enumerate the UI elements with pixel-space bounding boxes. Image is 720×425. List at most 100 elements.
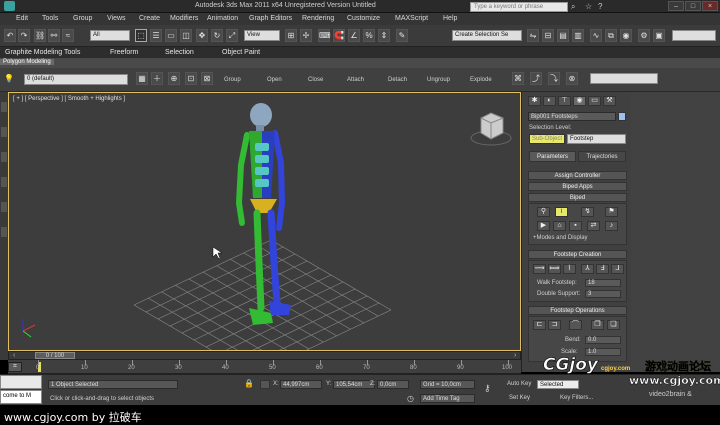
figure-mode-icon[interactable]: ⚲: [537, 207, 550, 217]
mixer-mode-icon[interactable]: ⚑: [605, 207, 618, 217]
star-icon[interactable]: ☆: [585, 2, 592, 11]
selection-level-dropdown[interactable]: Footstep: [567, 134, 626, 144]
render-setup-icon[interactable]: ⚙: [638, 29, 650, 42]
strip-button-icon[interactable]: [1, 202, 7, 212]
menu-views[interactable]: Views: [107, 15, 126, 22]
absolute-mode-icon[interactable]: [260, 380, 270, 389]
curve-editor-icon[interactable]: ∿: [590, 29, 602, 42]
edit-named-selection-icon[interactable]: ✎: [396, 29, 408, 42]
tab-parameters[interactable]: Parameters: [529, 151, 576, 162]
polygon-modeling-panel[interactable]: Polygon Modeling: [0, 59, 54, 65]
jump-icon[interactable]: ⅃: [611, 264, 624, 274]
move-icon[interactable]: ✥: [196, 29, 208, 42]
menu-help[interactable]: Help: [443, 15, 457, 22]
lock-selection-icon[interactable]: 🔒: [244, 379, 254, 388]
menu-customize[interactable]: Customize: [347, 15, 380, 22]
unlink-icon[interactable]: ⚯: [48, 29, 60, 42]
app-logo-icon[interactable]: [4, 1, 15, 11]
select-by-name-icon[interactable]: ☰: [150, 29, 162, 42]
layer-dropdown[interactable]: 0 (default): [24, 74, 128, 85]
tab-selection[interactable]: Selection: [165, 49, 194, 56]
tab-freeform[interactable]: Freeform: [110, 49, 138, 56]
key-icon[interactable]: ⚷: [484, 383, 491, 394]
reference-coordinate-dropdown[interactable]: View: [244, 30, 280, 41]
rollout-biped-apps[interactable]: Biped Apps: [528, 182, 627, 191]
modes-and-display-toggle[interactable]: +Modes and Display: [533, 235, 588, 241]
time-slider-thumb[interactable]: 0 / 100: [35, 352, 75, 359]
strip-button-icon[interactable]: [1, 152, 7, 162]
create-footsteps-current-icon[interactable]: ⟾: [548, 264, 561, 274]
track-bar[interactable]: ⌗ 0 10 20 30 40 50 60 70 80 90 100: [8, 360, 521, 374]
layer-manager-icon[interactable]: ▦: [136, 72, 148, 85]
minimize-button[interactable]: –: [668, 1, 684, 11]
menu-graph-editors[interactable]: Graph Editors: [249, 15, 292, 22]
window-crossing-icon[interactable]: ◫: [180, 29, 192, 42]
double-support-spinner[interactable]: 3: [585, 290, 621, 298]
rect-select-region-icon[interactable]: ▭: [165, 29, 177, 42]
inherit-icon[interactable]: ⤴: [530, 72, 542, 85]
select-manipulate-icon[interactable]: ✢: [300, 29, 312, 42]
mini-curve-editor-icon[interactable]: ⌗: [8, 362, 22, 372]
snaps-toggle-icon[interactable]: 🧲: [333, 29, 345, 42]
strip-button-icon[interactable]: [1, 127, 7, 137]
add-to-layer-icon[interactable]: ⊕: [168, 72, 180, 85]
set-current-layer-icon[interactable]: ⊠: [201, 72, 213, 85]
bend-horizontal-icon[interactable]: ⌒: [569, 320, 582, 330]
keyboard-shortcut-icon[interactable]: ⌨: [318, 29, 331, 42]
rendered-frame-icon[interactable]: ▣: [653, 29, 665, 42]
deactivate-footsteps-icon[interactable]: ⊐: [548, 320, 561, 330]
render-preset-dropdown[interactable]: [672, 30, 716, 41]
menu-animation[interactable]: Animation: [207, 15, 238, 22]
strip-button-icon[interactable]: [1, 227, 7, 237]
bend-spinner[interactable]: 0.0: [585, 336, 621, 344]
footstep-mode-icon[interactable]: ≀: [555, 207, 568, 217]
container-dropdown[interactable]: [590, 73, 658, 84]
walk-footstep-spinner[interactable]: 18: [585, 279, 621, 287]
link-icon[interactable]: ⛓: [34, 29, 46, 42]
mirror-icon[interactable]: ⇋: [527, 29, 539, 42]
load-file-icon[interactable]: ▶: [537, 221, 550, 231]
z-coordinate-field[interactable]: 0,0cm: [377, 380, 409, 389]
close-container-icon[interactable]: ⊗: [566, 72, 578, 85]
auto-key-button[interactable]: Auto Key: [507, 381, 531, 387]
select-object-icon[interactable]: ⬚: [135, 29, 147, 42]
search-input[interactable]: Type a keyword or phrase: [470, 2, 568, 12]
object-name-field[interactable]: Bip001 Footsteps: [528, 112, 616, 121]
save-file-icon[interactable]: ▪: [569, 221, 582, 231]
hierarchy-tab-icon[interactable]: ⊤: [558, 96, 571, 106]
bulb-icon[interactable]: 💡: [4, 74, 14, 83]
perspective-viewport[interactable]: [ + ] [ Perspective ] [ Smooth + Highlig…: [8, 92, 521, 351]
menu-group[interactable]: Group: [73, 15, 92, 22]
menu-tools[interactable]: Tools: [42, 15, 58, 22]
layer-manager-icon[interactable]: ▤: [557, 29, 569, 42]
rollout-biped[interactable]: Biped: [528, 193, 627, 202]
time-tag-icon[interactable]: ◷: [407, 394, 414, 403]
move-all-mode-icon[interactable]: ♪: [605, 221, 618, 231]
utilities-tab-icon[interactable]: ⚒: [603, 96, 616, 106]
maximize-button[interactable]: □: [685, 1, 701, 11]
y-coordinate-field[interactable]: 105,54cm: [333, 380, 375, 389]
selection-filter-dropdown[interactable]: All: [90, 30, 130, 41]
menu-create[interactable]: Create: [139, 15, 160, 22]
spinner-snap-icon[interactable]: ⇕: [378, 29, 390, 42]
time-slider[interactable]: 0 / 100 ‹ ›: [8, 351, 521, 360]
graphite-toggle-icon[interactable]: ▥: [572, 29, 584, 42]
add-time-tag-field[interactable]: Add Time Tag: [420, 394, 475, 403]
binoculars-icon[interactable]: ⌕: [571, 2, 575, 12]
tab-graphite-modeling[interactable]: Graphite Modeling Tools: [5, 49, 80, 56]
close-button[interactable]: ×: [702, 1, 718, 11]
rollout-footstep-operations[interactable]: Footstep Operations: [528, 306, 627, 315]
bind-spacewarp-icon[interactable]: ≈: [62, 29, 74, 42]
ungroup-button[interactable]: Ungroup: [427, 77, 450, 83]
create-footsteps-append-icon[interactable]: ⟿: [533, 264, 546, 274]
convert-icon[interactable]: ⇄: [587, 221, 600, 231]
pivot-center-icon[interactable]: ⊞: [285, 29, 297, 42]
menu-modifiers[interactable]: Modifiers: [170, 15, 198, 22]
set-key-button[interactable]: Set Key: [509, 395, 530, 401]
menu-edit[interactable]: Edit: [16, 15, 28, 22]
group-button[interactable]: Group: [224, 77, 241, 83]
walk-icon[interactable]: ⅄: [581, 264, 594, 274]
open-file-icon[interactable]: ⌂: [553, 221, 566, 231]
create-keys-icon[interactable]: ⌇: [563, 264, 576, 274]
copy-footsteps-icon[interactable]: ❐: [591, 320, 604, 330]
